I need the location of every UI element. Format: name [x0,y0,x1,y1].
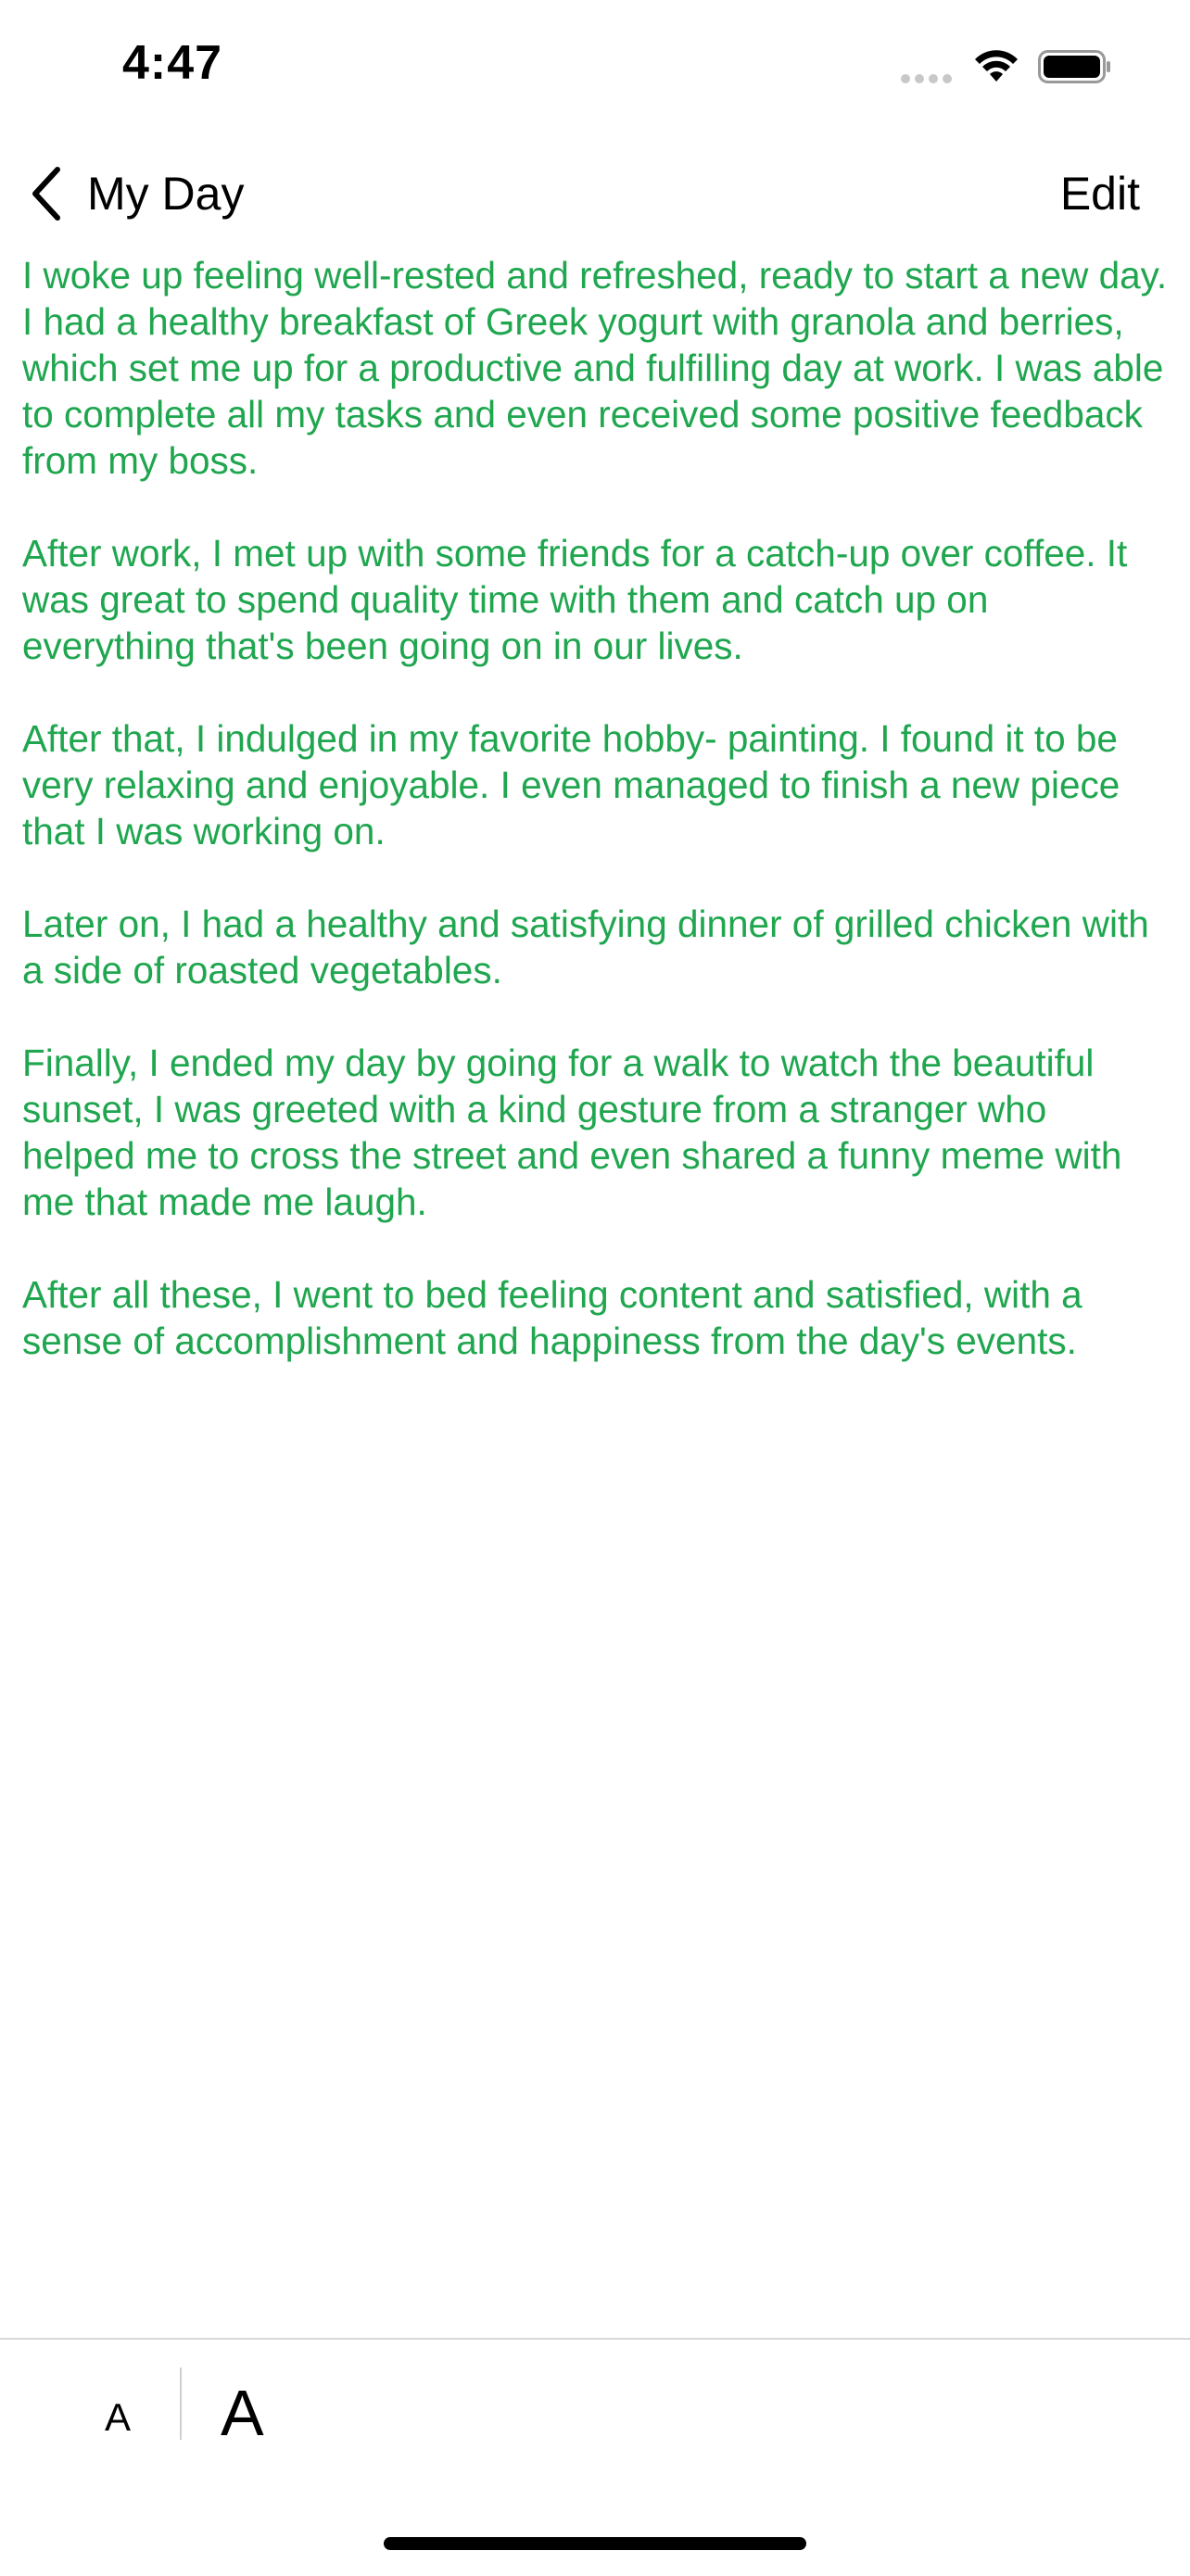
paragraph: After work, I met up with some friends f… [22,532,1128,667]
back-button[interactable]: My Day [28,161,244,226]
status-time: 4:47 [122,36,223,90]
paragraph: After that, I indulged in my favorite ho… [22,717,1120,852]
paragraph: After all these, I went to bed feeling c… [22,1273,1082,1362]
home-indicator[interactable] [384,2537,806,2550]
paragraph: I woke up feeling well-rested and refres… [22,254,1168,482]
status-bar: 4:47 [0,0,1190,130]
battery-icon [1038,50,1110,83]
journal-entry-text: I woke up feeling well-rested and refres… [22,252,1168,1410]
signal-dots-icon [901,74,956,83]
increase-font-button[interactable]: A [221,2371,264,2455]
wifi-icon [975,50,1018,82]
edit-button[interactable]: Edit [1060,161,1140,226]
nav-title: My Day [87,168,245,220]
paragraph: Later on, I had a healthy and satisfying… [22,903,1149,991]
navigation-bar: My Day Edit [0,148,1190,237]
paragraph: Finally, I ended my day by going for a w… [22,1042,1122,1223]
toolbar-divider [180,2368,182,2440]
decrease-font-button[interactable]: A [105,2380,131,2455]
chevron-left-icon [32,167,60,221]
